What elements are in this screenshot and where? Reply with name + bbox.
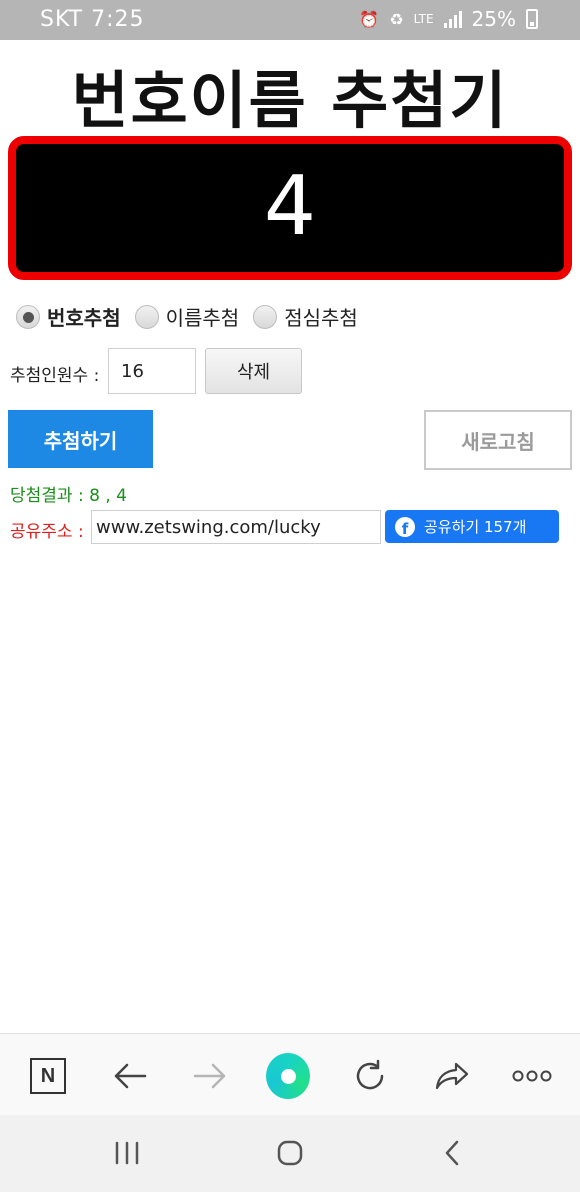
radio-button[interactable]	[16, 304, 40, 329]
count-label: 추첨인원수 :	[10, 366, 100, 386]
more-icon[interactable]	[510, 1054, 554, 1098]
radio-label: 이름추첨	[165, 306, 240, 330]
share-icon[interactable]	[430, 1054, 474, 1098]
battery-icon	[526, 9, 538, 29]
result-display: 4	[8, 136, 572, 280]
radio-button[interactable]	[134, 304, 159, 329]
reload-icon[interactable]	[348, 1054, 392, 1098]
page-title: 번호이름 추첨기	[71, 64, 509, 137]
radio-button[interactable]	[253, 304, 278, 329]
naver-logo: N	[30, 1058, 66, 1094]
recycle-icon: ♻	[389, 9, 404, 29]
forward-arrow-icon[interactable]	[188, 1054, 232, 1098]
naver-n-icon[interactable]: N	[26, 1054, 70, 1098]
draw-mode-group: 번호추첨 이름추첨 점심추첨	[16, 302, 372, 331]
status-bar: SKT 7:25 ⏰ ♻ LTE 25%	[0, 0, 580, 40]
carrier-label: SKT	[40, 7, 84, 32]
status-time: 7:25	[91, 7, 145, 32]
radio-name-draw[interactable]: 이름추첨	[134, 302, 240, 331]
share-label: 공유주소 :	[10, 522, 84, 542]
home-icon[interactable]	[266, 1053, 310, 1099]
display-number: 4	[263, 159, 317, 254]
share-button-label: 공유하기 157개	[424, 518, 527, 536]
facebook-share-button[interactable]: f 공유하기 157개	[385, 510, 559, 543]
delete-button[interactable]: 삭제	[205, 348, 302, 394]
refresh-button[interactable]: 새로고침	[424, 410, 572, 470]
facebook-icon: f	[395, 516, 415, 537]
home-nav-icon[interactable]	[270, 1133, 310, 1173]
alarm-icon: ⏰	[359, 9, 380, 29]
draw-button[interactable]: 추첨하기	[8, 410, 153, 468]
draw-result: 당첨결과 : 8 , 4	[10, 486, 127, 506]
system-navigation-bar	[0, 1115, 580, 1192]
back-arrow-icon[interactable]	[108, 1054, 152, 1098]
signal-icon	[443, 10, 462, 28]
radio-label: 번호추첨	[47, 306, 121, 330]
network-type-label: LTE	[413, 12, 434, 26]
status-carrier-time: SKT 7:25	[40, 7, 145, 32]
battery-percent: 25%	[471, 7, 516, 31]
radio-lunch-draw[interactable]: 점심추첨	[253, 302, 358, 331]
recent-apps-icon[interactable]	[107, 1133, 147, 1173]
share-url-input[interactable]	[91, 510, 381, 544]
back-nav-icon[interactable]	[432, 1133, 472, 1173]
status-icons: ⏰ ♻ LTE 25%	[359, 7, 538, 31]
count-input[interactable]	[108, 348, 196, 394]
radio-label: 점심추첨	[284, 306, 358, 330]
radio-number-draw[interactable]: 번호추첨	[16, 302, 121, 331]
home-green-circle	[266, 1053, 310, 1099]
browser-toolbar: N	[0, 1033, 580, 1115]
